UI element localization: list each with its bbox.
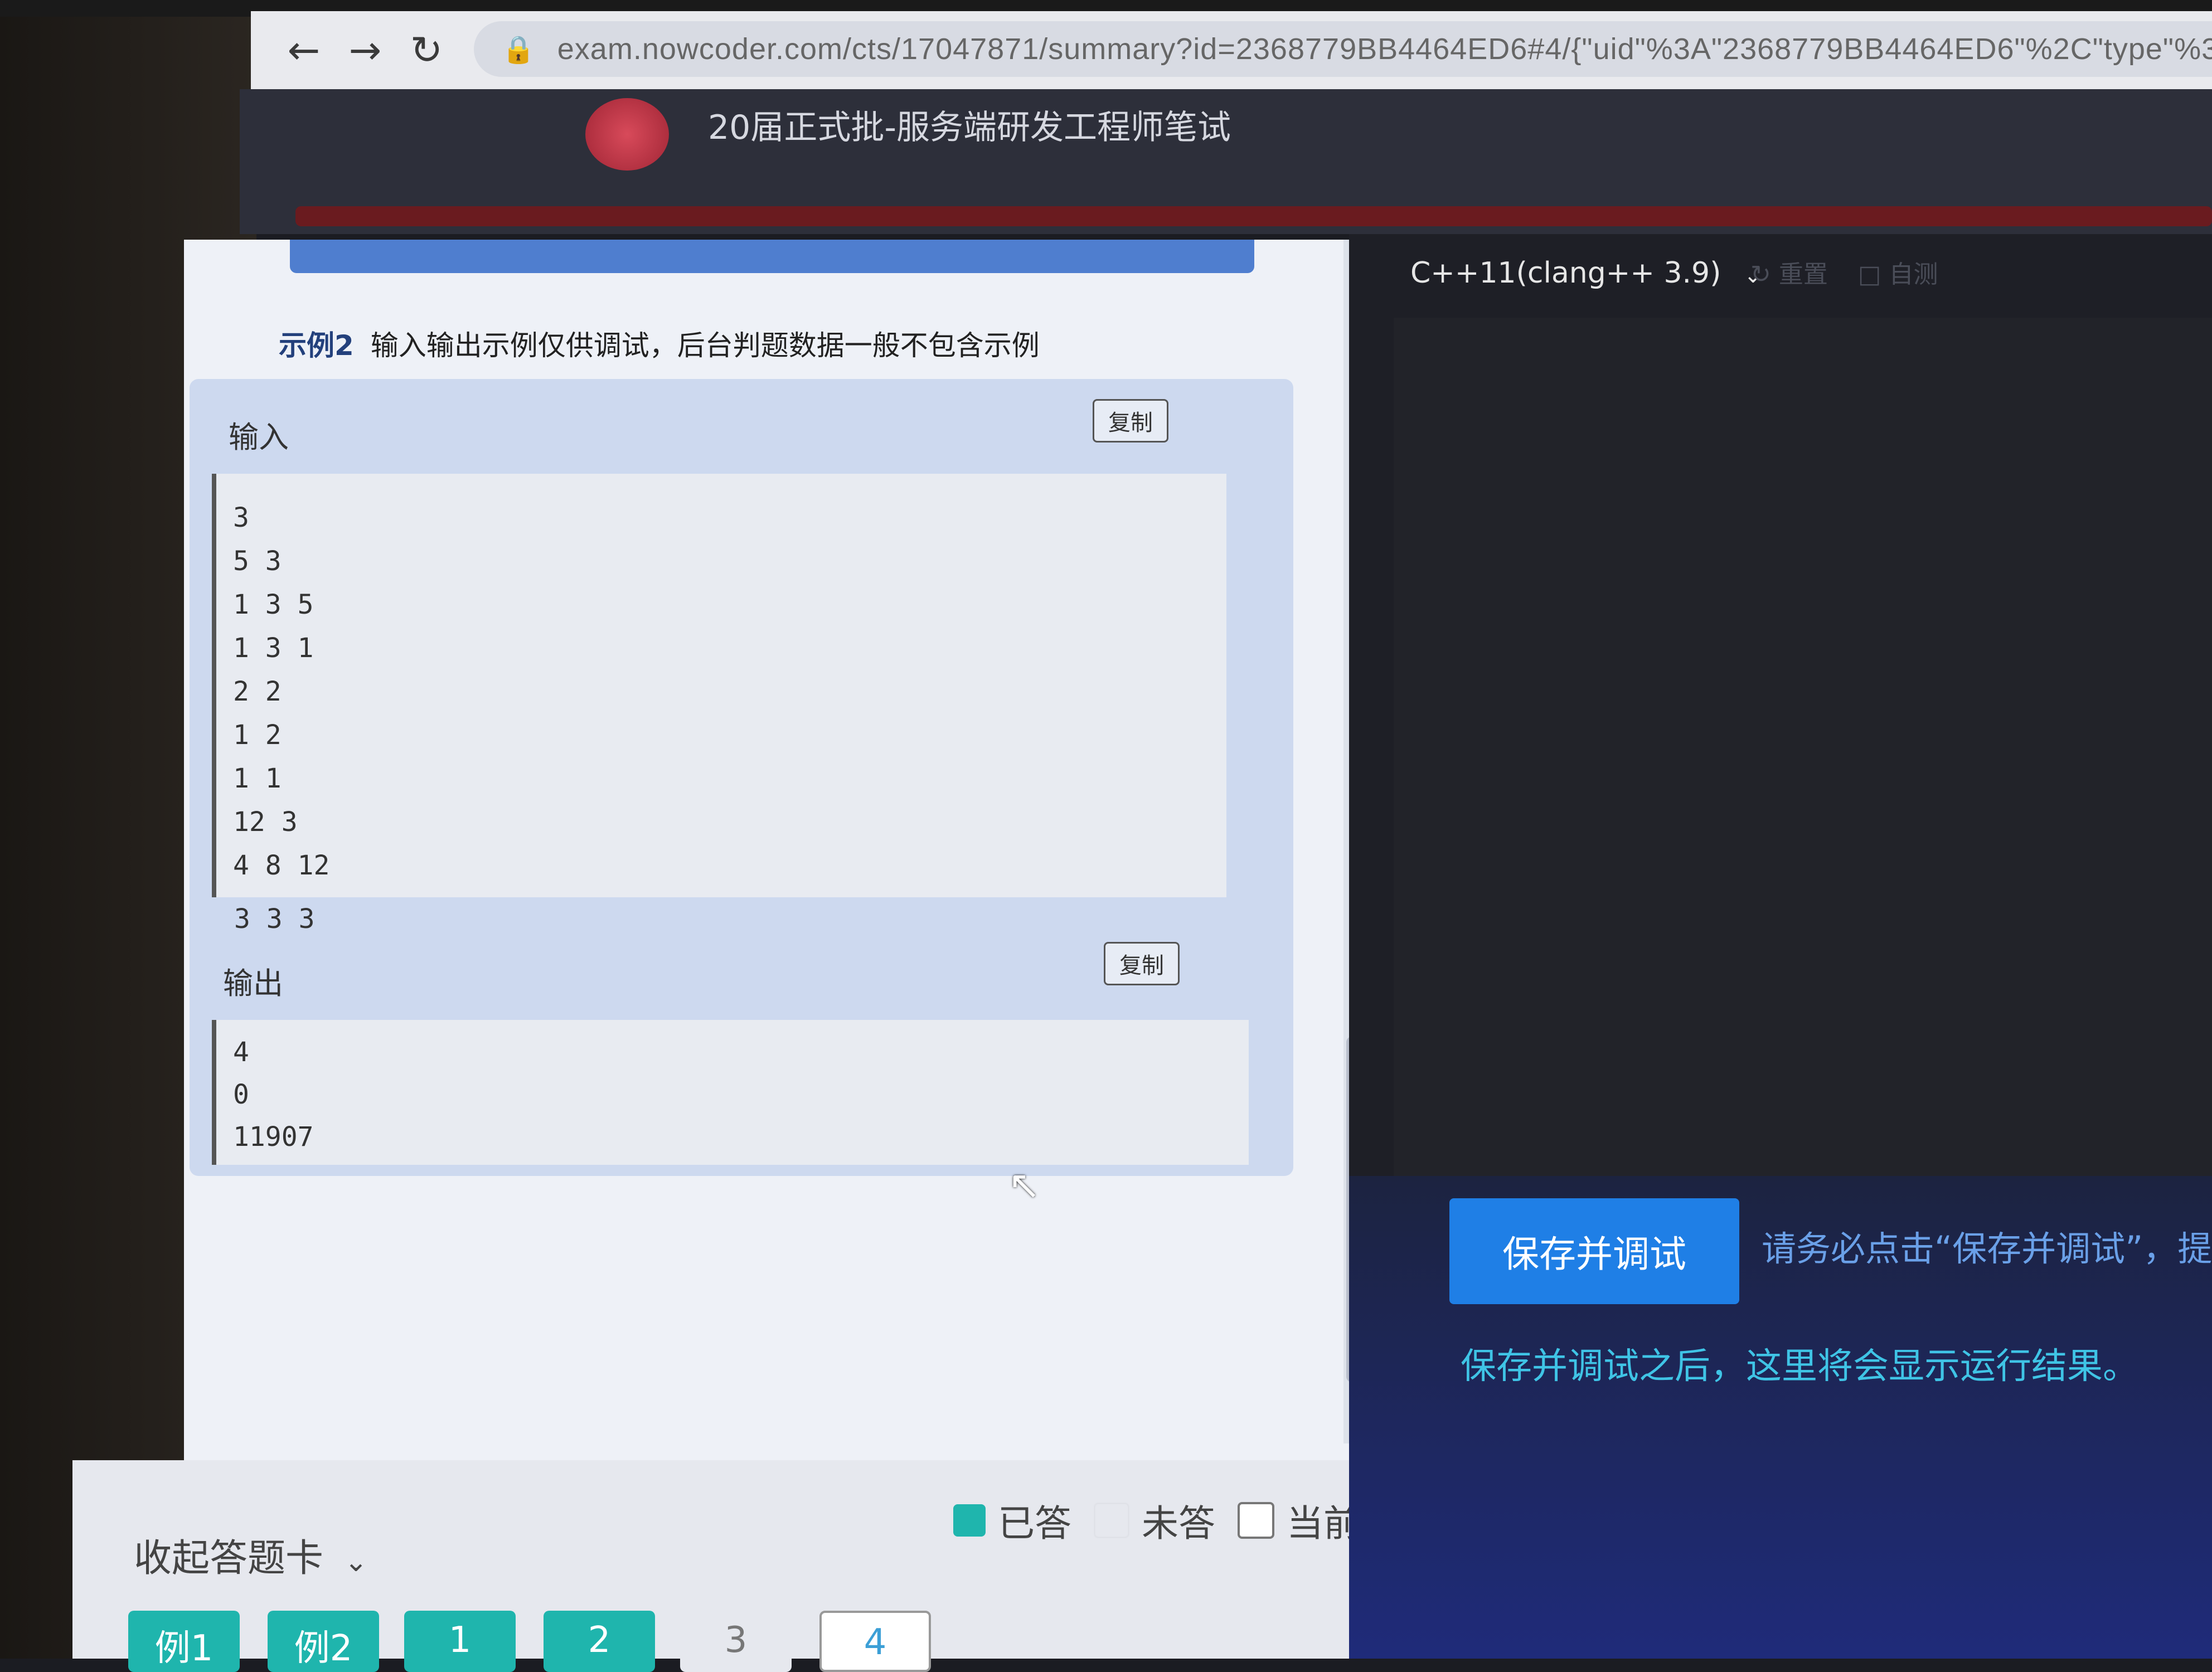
copy-output-button[interactable]: 复制 [1104,942,1180,985]
legend-answered: 已答 [998,1502,1071,1545]
legend-unanswered: 未答 [1142,1502,1215,1545]
save-and-debug-button[interactable]: 保存并调试 [1449,1198,1739,1304]
input-line: 3 3 3 [234,903,315,935]
back-arrow-icon[interactable]: ← [273,20,334,81]
editor-panel: C++11(clang++ 3.9) ⌄ ↻ 重置 □ 自测 保存并调试 请务必… [1349,234,2212,1659]
input-line: 1 3 5 [233,589,314,620]
chevron-down-icon: ⌄ [344,1545,368,1578]
answered-swatch-icon [953,1504,986,1537]
self-test-icon: □ [1857,260,1881,289]
browser-toolbar: ← → ↻ 🔒 exam.nowcoder.com/cts/17047871/s… [251,11,2212,89]
input-line: 1 2 [233,720,282,751]
unanswered-swatch-icon [1094,1503,1129,1538]
question-button-sample2[interactable]: 例2 [268,1611,379,1672]
heart-logo-icon [585,98,669,171]
progress-bar [295,206,2212,226]
mouse-pointer-icon: ↖ [1008,1162,1041,1208]
exam-header: 20届正式批-服务端研发工程师笔试 [240,89,2212,234]
input-line: 1 3 1 [233,633,314,664]
input-line: 5 3 [233,546,282,577]
language-select-value: C++11(clang++ 3.9) [1410,256,1721,290]
address-bar[interactable]: 🔒 exam.nowcoder.com/cts/17047871/summary… [474,21,2212,77]
current-swatch-icon [1238,1502,1274,1539]
question-button-sample1[interactable]: 例1 [128,1611,240,1672]
reset-icon: ↻ [1750,260,1771,289]
self-test-button[interactable]: 自测 [1889,260,1938,289]
problem-panel: 示例2 输入输出示例仅供调试，后台判题数据一般不包含示例 输入 复制 3 5 3 … [184,240,1371,1466]
output-label: 输出 [223,966,283,1001]
output-line: 11907 [233,1121,314,1153]
input-line: 4 8 12 [233,850,330,881]
reload-icon[interactable]: ↻ [396,20,457,81]
question-button-3[interactable]: 3 [680,1611,792,1672]
input-code-box[interactable]: 3 5 3 1 3 5 1 3 1 2 2 1 2 1 1 12 3 4 8 1… [212,474,1226,897]
input-line: 1 1 [233,763,282,794]
editor-tools: ↻ 重置 □ 自测 [1750,254,1938,290]
section-strip [290,240,1254,273]
collapse-answer-card[interactable]: 收起答题卡 ⌄ [134,1527,368,1582]
question-button-2[interactable]: 2 [544,1611,655,1672]
lock-icon: 🔒 [502,33,535,65]
run-area: 保存并调试 请务必点击“保存并调试”，提交 保存并调试之后，这里将会显示运行结果… [1349,1176,2212,1659]
question-button-4[interactable]: 4 [819,1611,931,1672]
copy-input-button[interactable]: 复制 [1093,399,1168,443]
answer-legend: 已答 未答 当前 [953,1494,1360,1547]
sample-note: 示例2 输入输出示例仅供调试，后台判题数据一般不包含示例 [279,323,1040,363]
input-line: 3 [233,502,249,533]
language-select[interactable]: C++11(clang++ 3.9) ⌄ [1410,256,1762,290]
save-hint: 请务必点击“保存并调试”，提交 [1762,1228,2212,1269]
run-result-text: 保存并调试之后，这里将会显示运行结果。 [1461,1346,2138,1387]
answer-card: 收起答题卡 ⌄ 已答 未答 当前 例1 例2 1 2 3 4 [72,1460,1455,1672]
output-line: 0 [233,1079,249,1110]
sample-label: 示例2 [279,329,354,362]
input-line: 12 3 [233,806,298,838]
exam-title: 20届正式批-服务端研发工程师笔试 [708,108,1231,147]
output-line: 4 [233,1037,249,1068]
forward-arrow-icon[interactable]: → [334,20,396,81]
url-text: exam.nowcoder.com/cts/17047871/summary?i… [557,32,2212,66]
input-label: 输入 [229,420,289,455]
output-code-box[interactable]: 4 0 11907 [212,1020,1249,1165]
reset-button[interactable]: 重置 [1779,260,1828,289]
question-button-1[interactable]: 1 [404,1611,516,1672]
collapse-label: 收起答题卡 [134,1537,324,1581]
code-editor[interactable] [1394,318,2212,1176]
sample-io-card: 输入 复制 3 5 3 1 3 5 1 3 1 2 2 1 2 1 1 12 3… [190,379,1293,1176]
sample-note-text: 输入输出示例仅供调试，后台判题数据一般不包含示例 [370,329,1040,362]
input-line: 2 2 [233,676,282,707]
